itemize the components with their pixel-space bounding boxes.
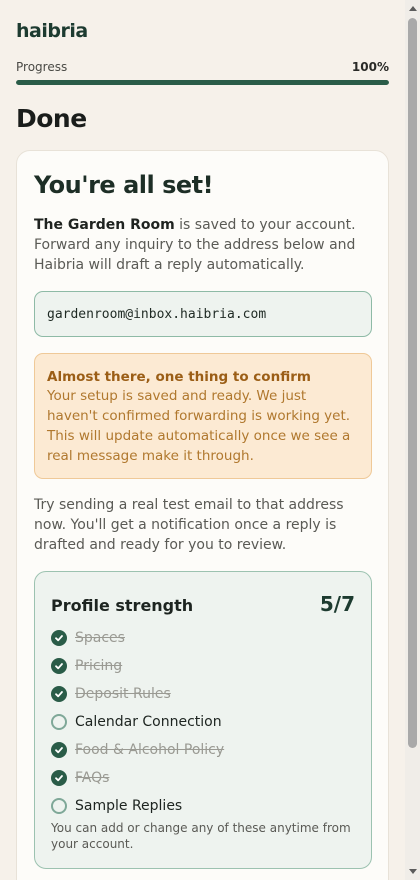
profile-checklist-item: Food & Alcohol Policy	[51, 736, 361, 764]
warning-body: Your setup is saved and ready. We just h…	[47, 388, 351, 464]
profile-strength-title: Profile strength	[51, 596, 194, 615]
scroll-down-arrow-icon[interactable]	[409, 869, 417, 874]
card-title: You're all set!	[34, 171, 214, 199]
empty-circle-icon	[51, 798, 67, 814]
progress-bar	[16, 80, 389, 85]
checklist-item-label: Pricing	[75, 658, 123, 674]
profile-footer-note: You can add or change any of these anyti…	[51, 821, 351, 851]
checkmark-circle-icon	[51, 630, 67, 646]
checkmark-circle-icon	[51, 658, 67, 674]
profile-checklist-item: Deposit Rules	[51, 680, 361, 708]
scroll-up-arrow-icon[interactable]	[409, 6, 417, 11]
checklist-item-label: Calendar Connection	[75, 714, 222, 730]
checklist-item-label: Deposit Rules	[75, 686, 171, 702]
intro-text: The Garden Room is saved to your account…	[34, 215, 379, 275]
profile-checklist-item: Spaces	[51, 624, 361, 652]
checklist-item-label: Food & Alcohol Policy	[75, 742, 225, 758]
progress-label: Progress	[16, 60, 68, 74]
checklist-item-label: FAQs	[75, 770, 110, 786]
page-scrollbar[interactable]	[405, 0, 420, 880]
empty-circle-icon	[51, 714, 67, 730]
page-title: Done	[16, 104, 87, 133]
forwarding-email-field[interactable]: gardenroom@inbox.haibria.com	[34, 291, 372, 337]
profile-checklist: Spaces Pricing Deposit Rules Calendar Conne…	[51, 624, 361, 820]
scrollbar-thumb[interactable]	[408, 18, 417, 748]
setup-complete-card: You're all set! The Garden Room is saved…	[16, 150, 389, 880]
profile-strength-panel: Profile strength 5/7 Spaces Pricing Deposi…	[34, 571, 372, 869]
checkmark-circle-icon	[51, 770, 67, 786]
test-email-note: Try sending a real test email to that ad…	[34, 497, 344, 553]
progress-row: Progress 100%	[16, 60, 389, 74]
forwarding-email-value[interactable]: gardenroom@inbox.haibria.com	[47, 307, 266, 322]
profile-checklist-item: Calendar Connection	[51, 708, 361, 736]
venue-name: The Garden Room	[34, 217, 175, 233]
checklist-item-label: Sample Replies	[75, 798, 183, 814]
checkmark-circle-icon	[51, 742, 67, 758]
forwarding-warning-banner: Almost there, one thing to confirm Your …	[34, 353, 372, 479]
profile-checklist-item: Pricing	[51, 652, 361, 680]
warning-title: Almost there, one thing to confirm	[47, 369, 311, 385]
checkmark-circle-icon	[51, 686, 67, 702]
profile-checklist-item: Sample Replies	[51, 792, 361, 820]
profile-strength-score: 5/7	[319, 592, 355, 616]
haibria-logo: haibria	[16, 20, 88, 42]
progress-bar-fill	[16, 80, 389, 85]
checklist-item-label: Spaces	[75, 630, 125, 646]
profile-checklist-item: FAQs	[51, 764, 361, 792]
progress-percent: 100%	[351, 60, 389, 74]
page: haibria Progress 100% Done You're all se…	[0, 0, 405, 880]
